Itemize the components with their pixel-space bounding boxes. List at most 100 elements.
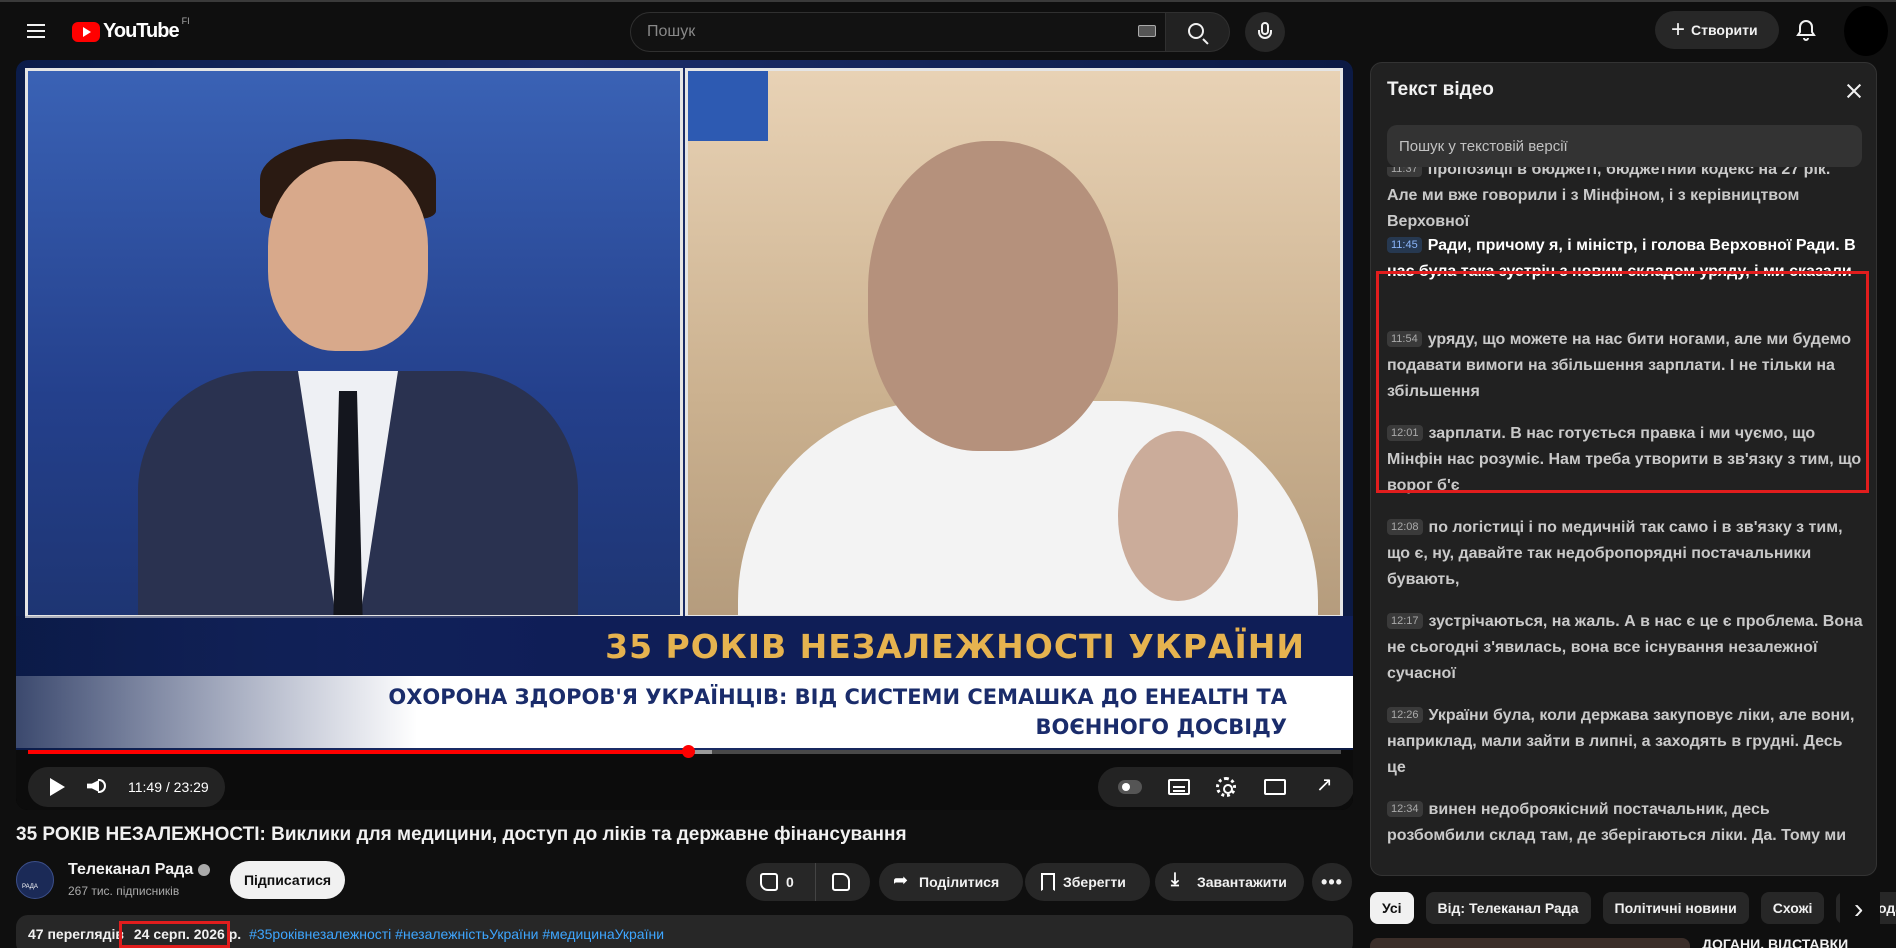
thumbs-up-icon xyxy=(760,873,778,891)
verified-icon xyxy=(198,863,211,876)
recommended-thumbnail[interactable] xyxy=(1370,938,1690,948)
channel-name[interactable]: Телеканал Рада xyxy=(68,861,193,878)
video-panel-guest xyxy=(685,68,1343,618)
segment-text: по логістиці і по медичній так само і в … xyxy=(1387,519,1843,588)
dislike-button[interactable] xyxy=(816,863,870,901)
video-title: 35 РОКІВ НЕЗАЛЕЖНОСТІ: Виклики для медиц… xyxy=(16,824,907,845)
filter-chip[interactable]: Політичні новини xyxy=(1602,892,1749,924)
search-button[interactable] xyxy=(1166,12,1230,52)
segment-text: уряду, що можете на нас бити ногами, але… xyxy=(1387,331,1851,400)
transcript-search-input[interactable] xyxy=(1387,125,1862,167)
menu-icon[interactable] xyxy=(22,20,50,42)
transcript-segment[interactable]: 12:01 зарплати. В нас готується правка і … xyxy=(1387,421,1865,499)
transcript-segment[interactable]: 12:17 зустрічаються, на жаль. А в нас є ц… xyxy=(1387,609,1865,687)
segment-timestamp: 12:17 xyxy=(1387,613,1423,629)
fullscreen-button[interactable] xyxy=(1298,767,1346,807)
play-button[interactable] xyxy=(36,767,76,807)
search-icon xyxy=(1188,23,1204,39)
subtitles-icon xyxy=(1168,779,1190,795)
lower-third-headline: 35 РОКІВ НЕЗАЛЕЖНОСТІ УКРАЇНИ xyxy=(16,616,1353,676)
logo-text: YouTube xyxy=(103,20,180,42)
segment-text: України була, коли держава закуповує лік… xyxy=(1387,707,1855,776)
theater-mode-button[interactable] xyxy=(1250,767,1298,807)
volume-button[interactable] xyxy=(76,767,116,807)
share-label: Поділитися xyxy=(919,874,1000,890)
related-filter-chips: Усі Від: Телеканал Рада Політичні новини Сх… xyxy=(1370,892,1896,926)
notifications-bell-icon[interactable] xyxy=(1794,18,1818,42)
description-meta: 47 переглядів 24 серп. 2026 р. #35роківн… xyxy=(28,926,664,942)
save-label: Зберегти xyxy=(1063,874,1126,890)
channel-avatar[interactable] xyxy=(16,861,54,899)
voice-search-button[interactable] xyxy=(1245,12,1285,52)
overlay-line3: ВОЄННОГО ДОСВІДУ xyxy=(1035,715,1288,739)
keyboard-icon[interactable] xyxy=(1138,25,1156,37)
masthead: YouTube FI + Створити xyxy=(0,0,1896,58)
bookmark-icon xyxy=(1041,873,1055,891)
youtube-logo[interactable]: YouTube FI xyxy=(72,16,190,43)
segment-timestamp: 12:34 xyxy=(1387,801,1423,817)
search-input[interactable] xyxy=(630,12,1166,52)
transcript-list: 11:37 пропозиції в бюджеті, бюджетний код… xyxy=(1371,167,1876,875)
transcript-segment[interactable]: 11:45 Ради, причому я, і міністр, і голов… xyxy=(1387,233,1865,285)
transcript-segment[interactable]: 11:37 пропозиції в бюджеті, бюджетний код… xyxy=(1387,167,1865,235)
theater-icon xyxy=(1264,779,1286,795)
autoplay-toggle[interactable] xyxy=(1106,767,1154,807)
transcript-segment[interactable]: 11:54 уряду, що можете на нас бити ногами… xyxy=(1387,327,1865,405)
transcript-panel: Текст відео 11:37пропозиції в бюджеті, б… xyxy=(1370,62,1877,876)
segment-timestamp: 12:01 xyxy=(1387,425,1423,441)
segment-timestamp: 11:45 xyxy=(1387,237,1422,253)
more-actions-button[interactable]: ••• xyxy=(1312,863,1352,901)
right-controls xyxy=(1098,767,1353,807)
filter-chip[interactable]: Від: Телеканал Рада xyxy=(1425,892,1591,924)
anchor-head xyxy=(268,161,428,351)
upload-date: 24 серп. 2026 р. xyxy=(133,926,242,942)
transcript-segment[interactable]: 12:08 по логістиці і по медичній так само… xyxy=(1387,515,1865,593)
flag-decoration xyxy=(688,71,768,141)
time-display: 11:49 / 23:29 xyxy=(128,779,209,795)
filter-chip[interactable]: Усі xyxy=(1370,892,1414,924)
transcript-title: Текст відео xyxy=(1387,79,1494,100)
subscribe-button[interactable]: Підписатися xyxy=(230,861,345,899)
video-panel-anchor xyxy=(25,68,683,618)
segment-text: пропозиції в бюджеті, бюджетний кодекс н… xyxy=(1387,167,1831,230)
filter-chip[interactable]: Схожі xyxy=(1760,892,1825,924)
mic-base xyxy=(1258,30,1272,39)
plus-icon: + xyxy=(1671,16,1686,43)
segment-text: зарплати. В нас готується правка і ми чу… xyxy=(1387,425,1862,494)
autoplay-icon xyxy=(1118,780,1142,794)
video-player[interactable]: 35 РОКІВ НЕЗАЛЕЖНОСТІ УКРАЇНИ ОХОРОНА ЗД… xyxy=(16,60,1353,810)
progress-bar[interactable] xyxy=(28,745,1341,758)
left-controls: 11:49 / 23:29 xyxy=(28,767,225,807)
video-frame[interactable]: 35 РОКІВ НЕЗАЛЕЖНОСТІ УКРАЇНИ ОХОРОНА ЗД… xyxy=(16,60,1353,750)
volume-wave xyxy=(98,779,106,793)
save-button[interactable]: Зберегти xyxy=(1025,863,1150,901)
view-count: 47 переглядів xyxy=(28,926,124,942)
guest-hand xyxy=(1118,431,1238,601)
transcript-segment[interactable]: 12:34 винен недоброякісний постачальник, … xyxy=(1387,797,1865,849)
subtitles-button[interactable] xyxy=(1154,767,1202,807)
overlay-line2: ОХОРОНА ЗДОРОВ'Я УКРАЇНЦІВ: ВІД СИСТЕМИ … xyxy=(388,685,1287,709)
channel-name-row[interactable]: Телеканал Рада xyxy=(68,861,211,879)
recommended-title[interactable]: ДОГАНИ, ВІДСТАВКИ xyxy=(1702,936,1848,948)
chips-next-arrow-icon[interactable] xyxy=(1840,892,1880,926)
segment-timestamp: 12:08 xyxy=(1387,519,1423,535)
transcript-segment[interactable]: 12:26 України була, коли держава закупову… xyxy=(1387,703,1865,781)
segment-text: Ради, причому я, і міністр, і голова Вер… xyxy=(1387,237,1856,280)
logo-region: FI xyxy=(181,16,190,26)
fullscreen-icon xyxy=(1312,772,1333,797)
create-button[interactable]: + Створити xyxy=(1655,11,1779,49)
like-dislike-group: 0 xyxy=(746,863,870,901)
settings-button[interactable] xyxy=(1202,767,1250,807)
download-icon xyxy=(1171,869,1189,891)
segment-text: винен недоброякісний постачальник, десь … xyxy=(1387,801,1847,844)
segment-timestamp: 11:54 xyxy=(1387,331,1422,347)
share-button[interactable]: Поділитися xyxy=(879,863,1023,901)
like-button[interactable]: 0 xyxy=(746,863,816,901)
create-label: Створити xyxy=(1691,22,1758,38)
hashtags[interactable]: #35роківнезалежності #незалежністьУкраїн… xyxy=(249,926,664,942)
account-avatar[interactable] xyxy=(1844,6,1888,56)
download-button[interactable]: Завантажити xyxy=(1155,863,1304,901)
segment-text: зустрічаються, на жаль. А в нас є це є п… xyxy=(1387,613,1863,682)
close-icon[interactable] xyxy=(1841,77,1869,105)
overlay-line1: 35 РОКІВ НЕЗАЛЕЖНОСТІ УКРАЇНИ xyxy=(605,626,1305,666)
